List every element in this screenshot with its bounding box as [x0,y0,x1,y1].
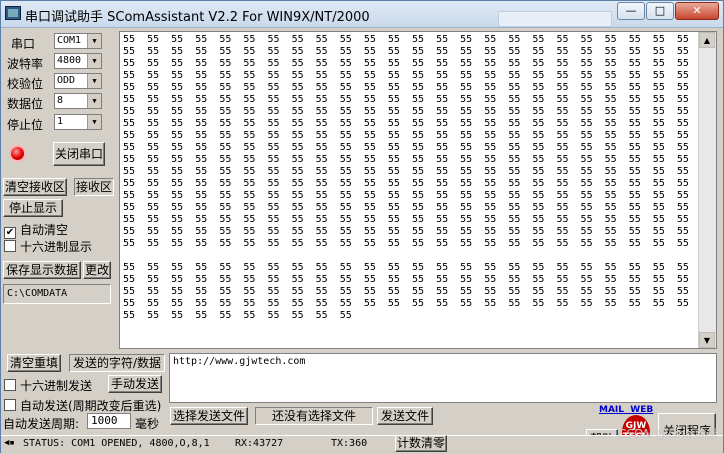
auto-send-period-label: 自动发送周期: [3,417,80,431]
port-select[interactable]: COM1 ▼ [54,33,102,49]
port-status-indicator [11,147,24,160]
chevron-down-icon: ▼ [87,34,101,48]
select-file-button[interactable]: 选择发送文件 [170,407,248,425]
contact-links: MAIL WEB [599,405,653,415]
title-bar[interactable]: 串口调试助手 SComAssistant V2.2 For WIN9X/NT/2… [1,1,723,28]
clear-send-button[interactable]: 清空重填 [7,354,61,372]
stop-display-button[interactable]: 停止显示 [3,199,63,217]
hex-display-checkbox[interactable]: 十六进制显示 [4,238,92,255]
scroll-up-icon[interactable]: ▲ [699,32,715,48]
databits-select[interactable]: 8 ▼ [54,93,102,109]
scroll-down-icon[interactable]: ▼ [699,332,715,348]
reset-count-button[interactable]: 计数清零 [395,435,447,452]
period-unit-label: 毫秒 [135,417,160,431]
status-bar: ◀▪ STATUS: COM1 OPENED, 4800,O,8,1 RX:43… [1,435,723,454]
save-display-button[interactable]: 保存显示数据 [3,261,81,279]
receive-text-area[interactable]: 55 55 55 55 55 55 55 55 55 55 55 55 55 5… [119,31,717,349]
parity-select[interactable]: ODD ▼ [54,73,102,89]
send-area-label: 发送的字符/数据 [69,354,165,372]
stopbits-label: 停止位 [7,118,44,132]
baud-select[interactable]: 4800 ▼ [54,53,102,69]
save-path-field: C:\COMDATA [3,284,111,304]
auto-send-checkbox[interactable]: 自动发送(周期改变后重选) [4,397,161,414]
rx-counter: RX:43727 [235,438,284,449]
watermark: CSDN @Ling木易 [617,427,718,441]
databits-label: 数据位 [7,97,44,111]
minimize-button[interactable]: — [617,2,645,20]
receive-area-label: 接收区 [74,178,114,196]
tx-counter: TX:360 [331,438,368,449]
chevron-down-icon: ▼ [87,54,101,68]
period-input[interactable]: 1000 [87,413,131,429]
close-port-button[interactable]: 关闭串口 [53,142,105,166]
chevron-down-icon: ▼ [87,115,101,129]
parity-label: 校验位 [7,77,44,91]
maximize-button[interactable]: □ [646,2,674,20]
window-title: 串口调试助手 SComAssistant V2.2 For WIN9X/NT/2… [25,10,370,25]
hex-send-checkbox[interactable]: 十六进制发送 [4,377,92,394]
chevron-down-icon: ▼ [87,94,101,108]
auto-clear-checkbox[interactable]: ✔ 自动清空 [4,221,68,239]
received-data: 55 55 55 55 55 55 55 55 55 55 55 55 55 5… [123,34,713,321]
change-path-button[interactable]: 更改 [83,261,111,279]
stopbits-select[interactable]: 1 ▼ [54,114,102,130]
app-icon [5,6,21,20]
mail-link[interactable]: MAIL [599,405,624,415]
background-window-tab [498,11,612,27]
port-label: 串口 [11,37,36,51]
web-link[interactable]: WEB [630,405,653,415]
status-text: STATUS: COM1 OPENED, 4800,O,8,1 [23,438,210,449]
manual-send-button[interactable]: 手动发送 [108,375,162,393]
clear-receive-button[interactable]: 清空接收区 [3,178,67,196]
chevron-down-icon: ▼ [87,74,101,88]
close-button[interactable]: ✕ [675,2,719,20]
file-status-label: 还没有选择文件 [255,407,373,425]
receive-scrollbar[interactable]: ▲ ▼ [698,32,716,348]
send-file-button[interactable]: 发送文件 [377,407,433,425]
baud-label: 波特率 [7,57,44,71]
status-bar-icon: ◀▪ [4,438,15,448]
app-window: 串口调试助手 SComAssistant V2.2 For WIN9X/NT/2… [0,0,724,454]
send-text-area[interactable]: http://www.gjwtech.com [169,353,717,403]
